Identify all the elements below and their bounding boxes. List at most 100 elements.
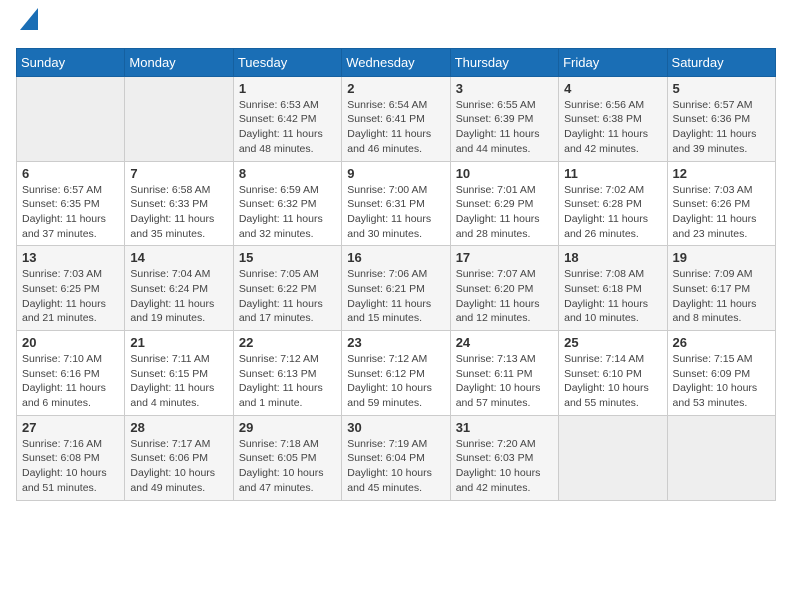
day-number: 3 <box>456 81 553 96</box>
day-number: 17 <box>456 250 553 265</box>
day-number: 31 <box>456 420 553 435</box>
day-number: 24 <box>456 335 553 350</box>
calendar-cell: 20Sunrise: 7:10 AM Sunset: 6:16 PM Dayli… <box>17 331 125 416</box>
day-info: Sunrise: 7:09 AM Sunset: 6:17 PM Dayligh… <box>673 267 770 326</box>
calendar-cell: 1 Sunrise: 6:53 AM Sunset: 6:42 PM Daylig… <box>233 76 341 161</box>
calendar-cell: 25 Sunrise: 7:14 AM Sunset: 6:10 PM Dayli… <box>559 331 667 416</box>
day-info: Sunrise: 7:12 AM Sunset: 6:12 PM Dayligh… <box>347 352 444 411</box>
calendar-cell: 29 Sunrise: 7:18 AM Sunset: 6:05 PM Dayli… <box>233 415 341 500</box>
calendar-header-monday: Monday <box>125 48 233 76</box>
day-info: Sunrise: 7:05 AM Sunset: 6:22 PM Dayligh… <box>239 267 336 326</box>
logo-icon <box>20 8 38 30</box>
day-info: Sunrise: 7:01 AM Sunset: 6:29 PM Dayligh… <box>456 183 553 242</box>
day-info: Sunrise: 6:57 AM Sunset: 6:35 PM Dayligh… <box>22 183 119 242</box>
day-number: 6 <box>22 166 119 181</box>
calendar-cell: 18 Sunrise: 7:08 AM Sunset: 6:18 PM Dayli… <box>559 246 667 331</box>
calendar-cell: 24 Sunrise: 7:13 AM Sunset: 6:11 PM Dayli… <box>450 331 558 416</box>
calendar-cell: 21 Sunrise: 7:11 AM Sunset: 6:15 PM Dayli… <box>125 331 233 416</box>
calendar-cell: 27 Sunrise: 7:16 AM Sunset: 6:08 PM Dayli… <box>17 415 125 500</box>
calendar-header-wednesday: Wednesday <box>342 48 450 76</box>
calendar-cell: 7 Sunrise: 6:58 AM Sunset: 6:33 PM Daylig… <box>125 161 233 246</box>
day-info: Sunrise: 7:11 AM Sunset: 6:15 PM Dayligh… <box>130 352 227 411</box>
calendar-cell: 11 Sunrise: 7:02 AM Sunset: 6:28 PM Dayli… <box>559 161 667 246</box>
day-number: 11 <box>564 166 661 181</box>
calendar-cell: 14 Sunrise: 7:04 AM Sunset: 6:24 PM Dayli… <box>125 246 233 331</box>
calendar-header-sunday: Sunday <box>17 48 125 76</box>
calendar-cell: 26 Sunrise: 7:15 AM Sunset: 6:09 PM Dayli… <box>667 331 775 416</box>
day-number: 30 <box>347 420 444 435</box>
day-number: 28 <box>130 420 227 435</box>
day-number: 10 <box>456 166 553 181</box>
day-info: Sunrise: 7:17 AM Sunset: 6:06 PM Dayligh… <box>130 437 227 496</box>
calendar-cell: 2 Sunrise: 6:54 AM Sunset: 6:41 PM Daylig… <box>342 76 450 161</box>
calendar-cell: 31 Sunrise: 7:20 AM Sunset: 6:03 PM Dayli… <box>450 415 558 500</box>
day-number: 5 <box>673 81 770 96</box>
day-info: Sunrise: 7:15 AM Sunset: 6:09 PM Dayligh… <box>673 352 770 411</box>
calendar-header-thursday: Thursday <box>450 48 558 76</box>
day-number: 23 <box>347 335 444 350</box>
calendar-cell: 10 Sunrise: 7:01 AM Sunset: 6:29 PM Dayli… <box>450 161 558 246</box>
day-info: Sunrise: 7:07 AM Sunset: 6:20 PM Dayligh… <box>456 267 553 326</box>
calendar-cell: 28 Sunrise: 7:17 AM Sunset: 6:06 PM Dayli… <box>125 415 233 500</box>
day-number: 14 <box>130 250 227 265</box>
calendar-cell: 30 Sunrise: 7:19 AM Sunset: 6:04 PM Dayli… <box>342 415 450 500</box>
calendar-week-row: 27 Sunrise: 7:16 AM Sunset: 6:08 PM Dayli… <box>17 415 776 500</box>
calendar-week-row: 6 Sunrise: 6:57 AM Sunset: 6:35 PM Daylig… <box>17 161 776 246</box>
day-number: 27 <box>22 420 119 435</box>
day-info: Sunrise: 6:54 AM Sunset: 6:41 PM Dayligh… <box>347 98 444 157</box>
day-info: Sunrise: 6:59 AM Sunset: 6:32 PM Dayligh… <box>239 183 336 242</box>
day-info: Sunrise: 7:12 AM Sunset: 6:13 PM Dayligh… <box>239 352 336 411</box>
day-number: 18 <box>564 250 661 265</box>
day-info: Sunrise: 7:02 AM Sunset: 6:28 PM Dayligh… <box>564 183 661 242</box>
day-number: 13 <box>22 250 119 265</box>
day-number: 21 <box>130 335 227 350</box>
day-number: 26 <box>673 335 770 350</box>
calendar-cell: 15Sunrise: 7:05 AM Sunset: 6:22 PM Dayli… <box>233 246 341 331</box>
day-number: 25 <box>564 335 661 350</box>
day-info: Sunrise: 7:18 AM Sunset: 6:05 PM Dayligh… <box>239 437 336 496</box>
calendar-header-friday: Friday <box>559 48 667 76</box>
day-info: Sunrise: 7:16 AM Sunset: 6:08 PM Dayligh… <box>22 437 119 496</box>
calendar-cell: 12 Sunrise: 7:03 AM Sunset: 6:26 PM Dayli… <box>667 161 775 246</box>
calendar-cell: 6 Sunrise: 6:57 AM Sunset: 6:35 PM Daylig… <box>17 161 125 246</box>
calendar-cell: 19 Sunrise: 7:09 AM Sunset: 6:17 PM Dayli… <box>667 246 775 331</box>
day-number: 16 <box>347 250 444 265</box>
calendar-cell: 3Sunrise: 6:55 AM Sunset: 6:39 PM Daylig… <box>450 76 558 161</box>
day-info: Sunrise: 6:56 AM Sunset: 6:38 PM Dayligh… <box>564 98 661 157</box>
calendar-cell: 8Sunrise: 6:59 AM Sunset: 6:32 PM Daylig… <box>233 161 341 246</box>
day-number: 12 <box>673 166 770 181</box>
calendar-week-row: 13 Sunrise: 7:03 AM Sunset: 6:25 PM Dayli… <box>17 246 776 331</box>
day-info: Sunrise: 7:14 AM Sunset: 6:10 PM Dayligh… <box>564 352 661 411</box>
calendar-cell <box>667 415 775 500</box>
day-info: Sunrise: 7:10 AM Sunset: 6:16 PM Dayligh… <box>22 352 119 411</box>
calendar-cell: 16 Sunrise: 7:06 AM Sunset: 6:21 PM Dayli… <box>342 246 450 331</box>
calendar-cell: 9Sunrise: 7:00 AM Sunset: 6:31 PM Daylig… <box>342 161 450 246</box>
calendar-header-row: SundayMondayTuesdayWednesdayThursdayFrid… <box>17 48 776 76</box>
day-info: Sunrise: 6:57 AM Sunset: 6:36 PM Dayligh… <box>673 98 770 157</box>
day-number: 2 <box>347 81 444 96</box>
day-info: Sunrise: 7:04 AM Sunset: 6:24 PM Dayligh… <box>130 267 227 326</box>
day-number: 19 <box>673 250 770 265</box>
calendar-cell: 5 Sunrise: 6:57 AM Sunset: 6:36 PM Daylig… <box>667 76 775 161</box>
day-info: Sunrise: 7:19 AM Sunset: 6:04 PM Dayligh… <box>347 437 444 496</box>
calendar-week-row: 1 Sunrise: 6:53 AM Sunset: 6:42 PM Daylig… <box>17 76 776 161</box>
day-info: Sunrise: 7:03 AM Sunset: 6:26 PM Dayligh… <box>673 183 770 242</box>
day-info: Sunrise: 6:58 AM Sunset: 6:33 PM Dayligh… <box>130 183 227 242</box>
calendar-table: SundayMondayTuesdayWednesdayThursdayFrid… <box>16 48 776 501</box>
day-info: Sunrise: 7:08 AM Sunset: 6:18 PM Dayligh… <box>564 267 661 326</box>
day-info: Sunrise: 7:20 AM Sunset: 6:03 PM Dayligh… <box>456 437 553 496</box>
calendar-cell <box>559 415 667 500</box>
calendar-cell: 4 Sunrise: 6:56 AM Sunset: 6:38 PM Daylig… <box>559 76 667 161</box>
day-number: 7 <box>130 166 227 181</box>
day-number: 4 <box>564 81 661 96</box>
page-header <box>16 16 776 36</box>
day-info: Sunrise: 7:06 AM Sunset: 6:21 PM Dayligh… <box>347 267 444 326</box>
day-number: 1 <box>239 81 336 96</box>
day-number: 29 <box>239 420 336 435</box>
day-info: Sunrise: 6:53 AM Sunset: 6:42 PM Dayligh… <box>239 98 336 157</box>
calendar-cell <box>17 76 125 161</box>
calendar-cell: 22Sunrise: 7:12 AM Sunset: 6:13 PM Dayli… <box>233 331 341 416</box>
day-info: Sunrise: 7:13 AM Sunset: 6:11 PM Dayligh… <box>456 352 553 411</box>
day-info: Sunrise: 7:03 AM Sunset: 6:25 PM Dayligh… <box>22 267 119 326</box>
calendar-header-tuesday: Tuesday <box>233 48 341 76</box>
